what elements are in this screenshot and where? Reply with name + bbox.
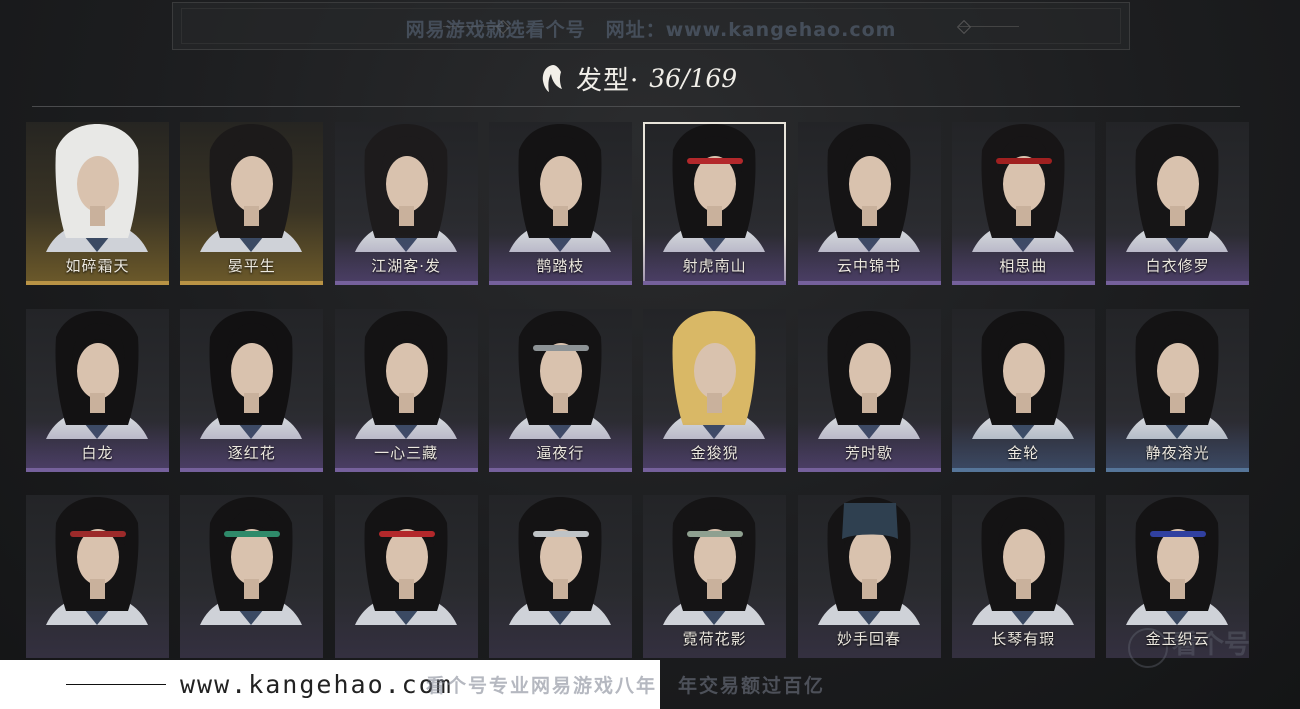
hairstyle-card[interactable]: 芳时歇 — [797, 308, 941, 472]
rarity-strip — [334, 281, 478, 285]
rarity-strip — [951, 281, 1095, 285]
rarity-strip — [797, 281, 941, 285]
hairstyle-name: 金狻猊 — [690, 443, 739, 462]
character-portrait — [817, 310, 920, 439]
hairstyle-card[interactable]: 逐红花 — [180, 308, 324, 472]
hairstyle-card[interactable]: 如碎霜天 — [26, 122, 169, 285]
hairstyle-icon — [542, 65, 562, 92]
character-portrait — [200, 497, 303, 625]
title-divider — [32, 106, 1240, 107]
rarity-strip — [26, 467, 169, 472]
title-label: 发型· — [576, 65, 640, 96]
hairstyle-card[interactable] — [26, 495, 169, 658]
character-portrait — [46, 497, 148, 625]
banner-watermark-text: 网易游戏就选看个号 网址：www.kangehao.com — [405, 19, 897, 41]
rarity-strip — [1106, 281, 1250, 285]
rarity-strip — [797, 467, 941, 472]
rarity-strip — [1106, 467, 1250, 472]
character-portrait — [971, 124, 1074, 252]
hairstyle-card[interactable]: 金轮 — [951, 308, 1095, 472]
hairstyle-name: 静夜溶光 — [1145, 443, 1210, 462]
rarity-strip — [951, 467, 1095, 472]
rarity-strip — [488, 467, 632, 472]
character-portrait — [508, 124, 611, 252]
hairstyle-card[interactable]: 白衣修罗 — [1106, 122, 1250, 285]
hairstyle-name: 射虎南山 — [682, 257, 747, 275]
hairstyle-name: 逐红花 — [227, 443, 276, 462]
hairstyle-card[interactable]: 江湖客·发 — [334, 122, 478, 285]
character-portrait — [200, 124, 303, 252]
rarity-strip — [643, 281, 787, 285]
rarity-strip — [488, 281, 632, 285]
hairstyle-name: 鹊踏枝 — [536, 257, 585, 275]
character-portrait — [508, 310, 611, 439]
character-portrait — [1126, 124, 1229, 252]
rarity-strip — [334, 467, 478, 472]
hairstyle-card[interactable] — [334, 495, 478, 658]
bottom-left-watermark — [0, 660, 170, 709]
character-portrait — [354, 497, 457, 625]
hairstyle-name: 芳时歇 — [844, 443, 893, 462]
rarity-strip — [643, 467, 787, 472]
hairstyle-card[interactable] — [180, 495, 324, 658]
character-portrait — [971, 497, 1074, 625]
character-portrait — [200, 310, 303, 439]
character-portrait — [508, 497, 611, 625]
hairstyle-card[interactable]: 金玉织云 — [1106, 495, 1250, 658]
character-portrait — [817, 124, 920, 252]
hairstyle-card[interactable]: 静夜溶光 — [1106, 308, 1250, 472]
hairstyle-card[interactable]: 逼夜行 — [488, 308, 632, 472]
hairstyle-name: 逼夜行 — [536, 443, 585, 462]
hairstyle-card[interactable]: 霓荷花影 — [643, 495, 787, 658]
hairstyle-card[interactable]: 一心三藏 — [334, 308, 478, 472]
hairstyle-name: 金轮 — [1007, 443, 1040, 462]
watermark-line — [66, 684, 166, 685]
hairstyle-card[interactable]: 长琴有瑕 — [951, 495, 1095, 658]
hairstyle-card[interactable]: 晏平生 — [180, 122, 324, 285]
hairstyle-name: 相思曲 — [999, 257, 1048, 275]
hairstyle-card[interactable]: 相思曲 — [951, 122, 1095, 285]
character-portrait — [817, 497, 920, 625]
character-portrait — [354, 124, 457, 252]
character-portrait — [46, 310, 148, 439]
hairstyle-name: 白衣修罗 — [1145, 257, 1210, 275]
hairstyle-card[interactable]: 云中锦书 — [797, 122, 941, 285]
hairstyle-name: 如碎霜天 — [65, 257, 130, 275]
character-portrait — [663, 497, 766, 625]
title-count: 36/169 — [649, 63, 738, 93]
hairstyle-name: 云中锦书 — [836, 257, 901, 275]
hairstyle-name: 一心三藏 — [374, 443, 439, 462]
character-portrait — [663, 124, 766, 252]
hairstyle-card[interactable]: 妙手回春 — [797, 495, 941, 658]
hairstyle-name: 江湖客·发 — [371, 257, 441, 275]
character-portrait — [354, 310, 457, 439]
hairstyle-name: 妙手回春 — [836, 630, 901, 648]
watermark-url: www.kangehao.com — [180, 670, 453, 699]
hairstyle-name: 长琴有瑕 — [991, 630, 1056, 648]
hairstyle-name: 金玉织云 — [1145, 630, 1210, 648]
hairstyle-name: 白龙 — [81, 443, 114, 462]
character-portrait — [1126, 310, 1229, 439]
character-portrait — [663, 310, 766, 439]
bottom-slogan-watermark: 看个号专业网易游戏八年 年交易额过百亿 — [426, 675, 826, 697]
hairstyle-card[interactable]: 金狻猊 — [643, 308, 787, 472]
hairstyle-name: 晏平生 — [227, 257, 276, 275]
character-portrait — [46, 124, 148, 252]
top-watermark-banner: 网易游戏就选看个号 网址：www.kangehao.com — [172, 2, 1130, 50]
character-portrait — [1126, 497, 1229, 625]
rarity-strip — [180, 467, 324, 472]
hairstyle-card[interactable] — [488, 495, 632, 658]
hairstyle-card[interactable]: 鹊踏枝 — [488, 122, 632, 285]
character-portrait — [971, 310, 1074, 439]
hairstyle-name: 霓荷花影 — [682, 630, 747, 648]
page-title: 发型· 36/169 — [540, 58, 737, 98]
hairstyle-card[interactable]: 射虎南山 — [643, 122, 787, 285]
hairstyle-card[interactable]: 白龙 — [26, 308, 169, 472]
